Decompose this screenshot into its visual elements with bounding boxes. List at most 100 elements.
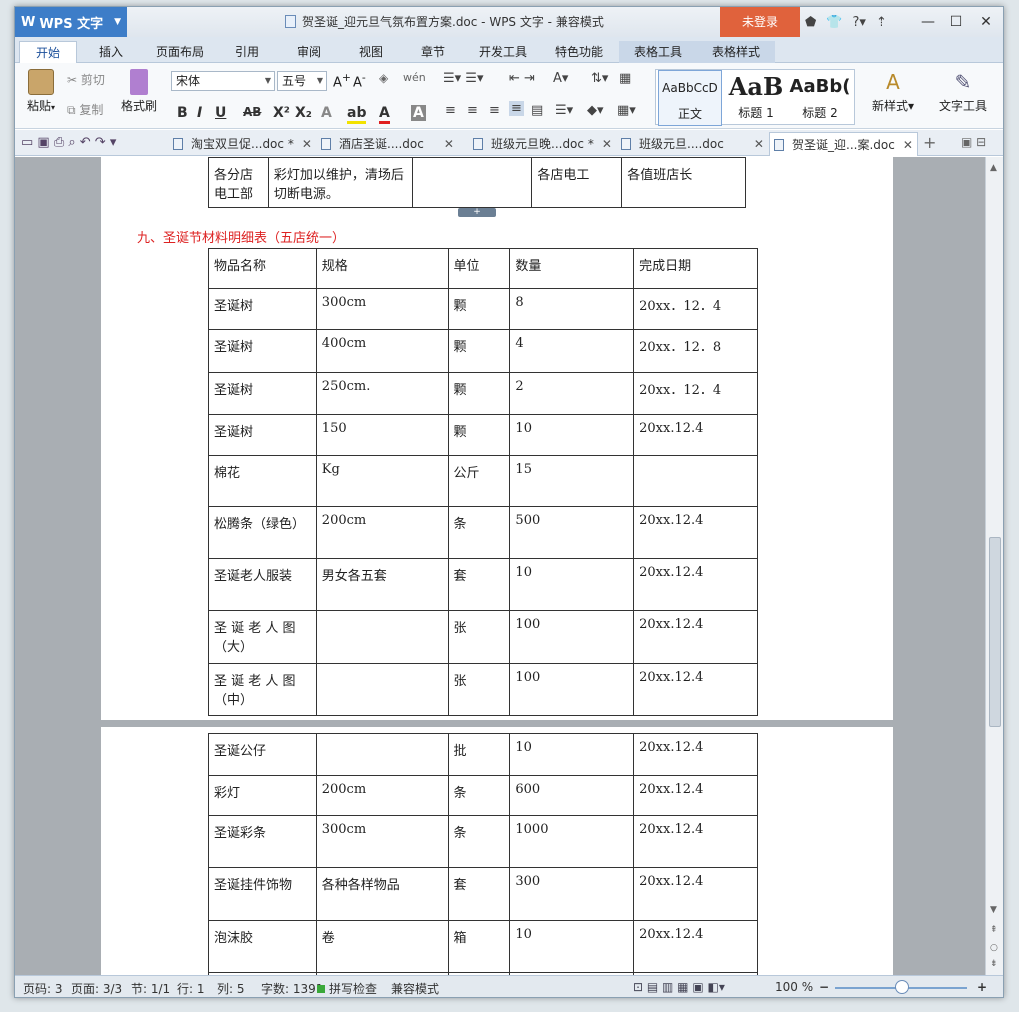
table-header-cell[interactable]: 物品名称 [208,248,317,289]
tab-page-layout[interactable]: 页面布局 [145,41,215,63]
tab-home[interactable]: 开始 [19,41,77,64]
vertical-scrollbar[interactable]: ▲ ▼ ⇞ ○ ⇟ [985,157,1003,975]
table-cell[interactable]: 圣 诞 老 人 图（大） [208,610,317,664]
table-cell[interactable]: 20xx.12.4 [633,920,758,973]
table-cell[interactable] [411,157,533,208]
zoom-in-button[interactable]: + [977,980,987,994]
table-cell[interactable]: 300cm [315,815,449,868]
shading-icon[interactable]: ◆▾ [587,103,604,118]
align-center-icon[interactable]: ≡ [467,103,478,118]
clear-format-icon[interactable]: ◈ [379,71,388,85]
table-cell[interactable]: 颗 [447,329,511,373]
align-right-icon[interactable]: ≡ [489,103,500,118]
char-shading-button[interactable]: A [411,105,426,121]
table-cell[interactable] [315,733,449,776]
new-style-button[interactable]: A 新样式▾ [865,69,921,114]
minimize-button[interactable]: — [913,7,943,37]
doc-tab-2[interactable]: 酒店圣诞....doc ✕ [321,132,454,156]
login-button[interactable]: 未登录 [720,7,800,37]
table-cell[interactable]: 各种各样物品 [315,867,449,921]
table-cell[interactable] [633,455,758,507]
table-cell[interactable]: 1000 [509,815,635,868]
cut-button[interactable]: ✂ 剪切 [67,71,105,88]
tab-special[interactable]: 特色功能 [547,41,611,63]
table-cell[interactable]: 各分店电工部 [208,157,269,208]
table-cell[interactable]: 彩灯 [208,775,317,816]
table-cell[interactable]: Kg [315,455,449,507]
table-cell[interactable]: 20xx.12.4 [633,775,758,816]
table-cell[interactable]: 10 [509,414,635,456]
table-cell[interactable]: 10 [509,733,635,776]
table-cell[interactable]: 400cm [315,329,449,373]
align-left-icon[interactable]: ≡ [445,103,456,118]
bullet-list-icon[interactable]: ☰▾ ☰▾ [443,71,484,86]
app-menu-button[interactable]: W WPS 文字 ▼ [15,7,127,37]
bold-button[interactable]: B [177,105,188,121]
table-cell[interactable]: 颗 [447,414,511,456]
font-shrink-button[interactable]: A- [353,71,366,90]
table-cell[interactable]: 张 [447,663,511,716]
scroll-down-icon[interactable]: ▼ [990,905,997,915]
table-header-cell[interactable]: 规格 [315,248,449,289]
italic-button[interactable]: I [197,105,202,121]
table-cell[interactable]: 条 [447,506,511,559]
table-cell[interactable]: 颗 [447,372,511,415]
table-cell[interactable]: 圣诞挂件饰物 [208,867,317,921]
table-cell[interactable]: 圣诞树 [208,329,317,373]
prev-page-icon[interactable]: ⇞ [990,925,998,935]
table-cell[interactable]: 圣诞树 [208,288,317,330]
table-cell[interactable]: 20xx.12.4 [633,815,758,868]
table-cell[interactable]: 20xx.12.4 [633,663,758,716]
font-grow-button[interactable]: A+ [333,71,351,90]
tab-table-styles[interactable]: 表格样式 [697,41,775,63]
doc-tab-3[interactable]: 班级元旦晚...doc * ✕ [473,132,612,156]
scroll-thumb[interactable] [989,537,1001,727]
table-cell[interactable]: 圣诞公仔 [208,733,317,776]
doc-tab-4[interactable]: 班级元旦....doc ✕ [621,132,764,156]
table-cell[interactable]: 20xx.12.4 [633,506,758,559]
text-tool-button[interactable]: ✎ 文字工具 [935,69,991,114]
table-grid-icon[interactable]: ▦ [619,71,631,86]
table-cell[interactable]: 圣诞树 [208,372,317,415]
table-cell[interactable]: 20xx.12.4 [633,733,758,776]
tab-insert[interactable]: 插入 [87,41,135,63]
table-cell[interactable]: 卷 [315,920,449,973]
table-cell[interactable]: 250cm. [315,372,449,415]
table-header-cell[interactable]: 数量 [509,248,635,289]
font-name-select[interactable]: 宋体 ▼ [171,71,275,91]
view-mode-icons[interactable]: ⊡ ▤ ▥ ▦ ▣ ◧▾ [633,980,725,994]
tab-menu-icon[interactable]: ▣ ⊟ [961,135,986,149]
spell-check-button[interactable]: 拼写检查 [317,980,377,997]
next-page-icon[interactable]: ⇟ [990,959,998,969]
skin-icon[interactable]: ⬟ [805,15,816,30]
table-add-row-handle[interactable]: + [458,208,496,217]
copy-button[interactable]: ⧉ 复制 [67,101,103,118]
table-cell[interactable]: 圣 诞 老 人 图（中） [208,663,317,716]
phonetic-icon[interactable]: wén [403,71,426,84]
table-cell[interactable]: 圣诞树 [208,414,317,456]
table-cell[interactable] [315,610,449,664]
table-cell[interactable]: 松腾条（绿色） [208,506,317,559]
close-tab-icon[interactable]: ✕ [302,137,312,151]
tab-table-tools[interactable]: 表格工具 [619,41,697,63]
table-header-cell[interactable]: 单位 [447,248,511,289]
table-cell[interactable]: 棉花 [208,455,317,507]
table-cell[interactable]: 8 [509,288,635,330]
table-cell[interactable]: 600 [509,775,635,816]
table-cell[interactable]: 15 [509,455,635,507]
maximize-button[interactable]: ☐ [941,7,971,37]
style-normal[interactable]: AaBbCcD 正文 [658,70,722,126]
quick-access-icons[interactable]: ▭ ▣ ⎙ ⌕ ↶ ↷ ▾ [21,135,116,150]
table-header-cell[interactable]: 完成日期 [633,248,758,289]
close-tab-icon[interactable]: ✕ [444,137,454,151]
table-cell[interactable]: 男女各五套 [315,558,449,611]
table-cell[interactable]: 条 [447,775,511,816]
table-cell[interactable]: 100 [509,663,635,716]
table-cell[interactable]: 公斤 [447,455,511,507]
table-cell[interactable]: 4 [509,329,635,373]
tab-chapter[interactable]: 章节 [411,41,455,63]
table-cell[interactable]: 20xx．12．4 [633,288,758,330]
table-cell[interactable]: 条 [447,815,511,868]
help-icon[interactable]: ?▾ [853,15,866,30]
table-cell[interactable]: 圣诞彩条 [208,815,317,868]
